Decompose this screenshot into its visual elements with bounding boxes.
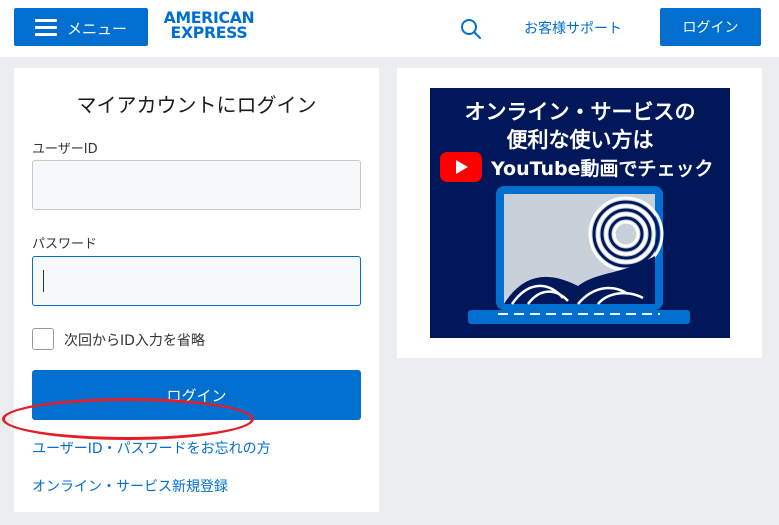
remember-id-checkbox[interactable] — [32, 328, 54, 350]
customer-support-link[interactable]: お客様サポート — [524, 18, 622, 38]
banner-line-1: オンライン・サービスの — [464, 100, 696, 124]
youtube-icon — [440, 152, 482, 182]
promo-card: オンライン・サービスの 便利な使い方は YouTube動画でチェック — [397, 68, 762, 358]
banner-line-3: YouTube動画でチェック — [491, 158, 714, 180]
search-icon[interactable] — [459, 17, 483, 41]
remember-id-label[interactable]: 次回からID入力を省略 — [64, 330, 205, 350]
banner-line-2: 便利な使い方は — [506, 128, 654, 152]
menu-button[interactable]: メニュー — [14, 8, 148, 46]
login-card: マイアカウントにログイン ユーザーID パスワード 次回からID入力を省略 ログ… — [14, 68, 379, 512]
menu-label: メニュー — [67, 20, 128, 38]
header-login-button[interactable]: ログイン — [660, 8, 761, 46]
forgot-credentials-link[interactable]: ユーザーID・パスワードをお忘れの方 — [32, 438, 271, 458]
password-label: パスワード — [32, 237, 98, 252]
new-registration-link[interactable]: オンライン・サービス新規登録 — [32, 476, 228, 496]
top-header: メニュー AMERICAN EXPRESS お客様サポート ログイン — [0, 0, 779, 57]
user-id-label: ユーザーID — [32, 142, 98, 157]
text-caret — [43, 270, 44, 292]
amex-logo[interactable]: AMERICAN EXPRESS — [158, 10, 260, 44]
password-input[interactable] — [32, 256, 361, 306]
logo-line-2: EXPRESS — [170, 23, 248, 42]
login-title: マイアカウントにログイン — [76, 93, 317, 117]
laptop-illustration-icon — [468, 186, 690, 324]
hamburger-icon — [35, 19, 57, 36]
youtube-promo-banner[interactable]: オンライン・サービスの 便利な使い方は YouTube動画でチェック — [430, 88, 730, 338]
user-id-input[interactable] — [32, 160, 361, 210]
login-submit-button[interactable]: ログイン — [32, 370, 361, 420]
